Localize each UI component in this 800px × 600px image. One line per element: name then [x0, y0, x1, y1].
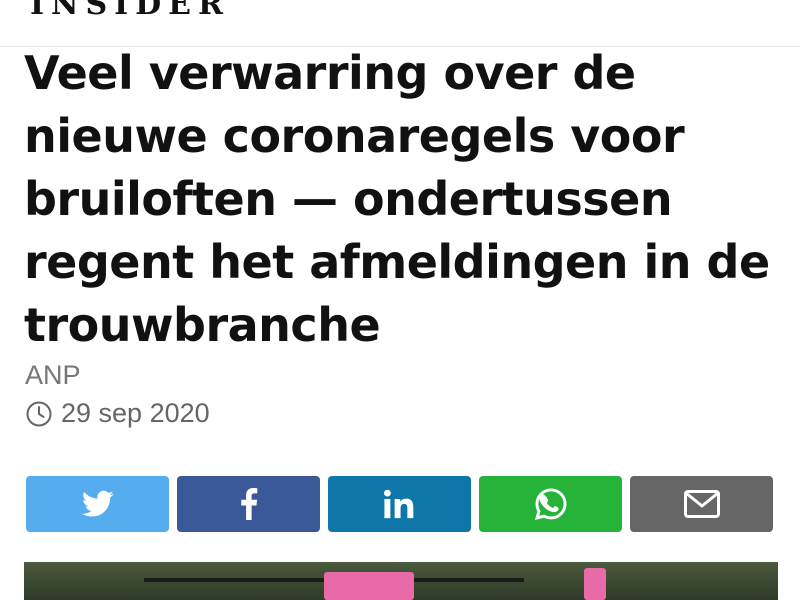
- share-facebook-button[interactable]: [177, 476, 320, 532]
- facebook-icon: [240, 488, 257, 520]
- article-date-row: 29 sep 2020: [25, 398, 210, 429]
- linkedin-icon: [383, 489, 413, 519]
- share-email-button[interactable]: [630, 476, 773, 532]
- article-author: ANP: [25, 360, 81, 390]
- whatsapp-icon: [534, 488, 567, 521]
- twitter-icon: [81, 490, 113, 517]
- share-bar: [26, 476, 773, 532]
- site-header: INSIDER: [0, 0, 800, 47]
- share-twitter-button[interactable]: [26, 476, 169, 532]
- photo-detail: [324, 572, 414, 600]
- photo-detail: [584, 568, 606, 600]
- article-date: 29 sep 2020: [61, 398, 210, 428]
- email-icon: [683, 490, 720, 518]
- article-photo: [24, 562, 778, 600]
- clock-icon: [26, 401, 52, 426]
- share-whatsapp-button[interactable]: [479, 476, 622, 532]
- article-title: Veel verwarring over de nieuwe coronareg…: [24, 46, 770, 352]
- share-linkedin-button[interactable]: [328, 476, 471, 532]
- brand-logo[interactable]: INSIDER: [30, 0, 230, 22]
